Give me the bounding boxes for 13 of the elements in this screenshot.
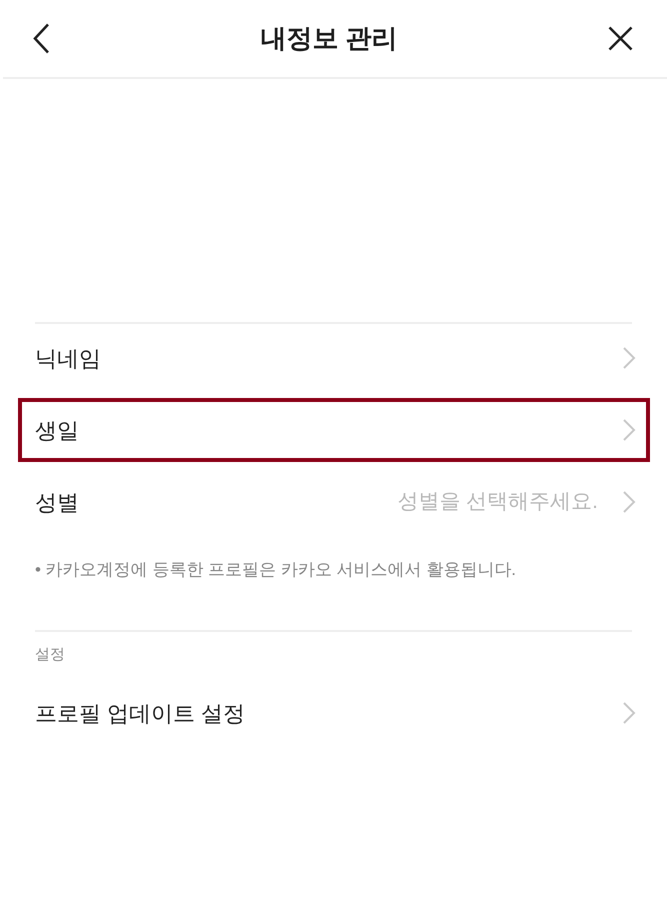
menu-row[interactable]: 생일 — [18, 398, 650, 462]
close-button[interactable] — [608, 26, 633, 51]
chevron-right-icon — [622, 346, 636, 370]
chevron-right-icon — [622, 490, 636, 514]
row-value: 성별을 선택해주세요. — [397, 489, 598, 516]
profile-note: • 카카오계정에 등록한 프로필은 카카오 서비스에서 활용됩니다. — [35, 559, 518, 581]
chevron-right-icon — [622, 701, 636, 725]
page-title: 내정보 관리 — [260, 22, 398, 55]
back-button[interactable] — [33, 23, 50, 54]
close-icon — [608, 26, 633, 51]
section-heading: 설정 — [35, 645, 65, 665]
chevron-right-icon — [622, 418, 636, 442]
back-icon — [33, 23, 50, 54]
